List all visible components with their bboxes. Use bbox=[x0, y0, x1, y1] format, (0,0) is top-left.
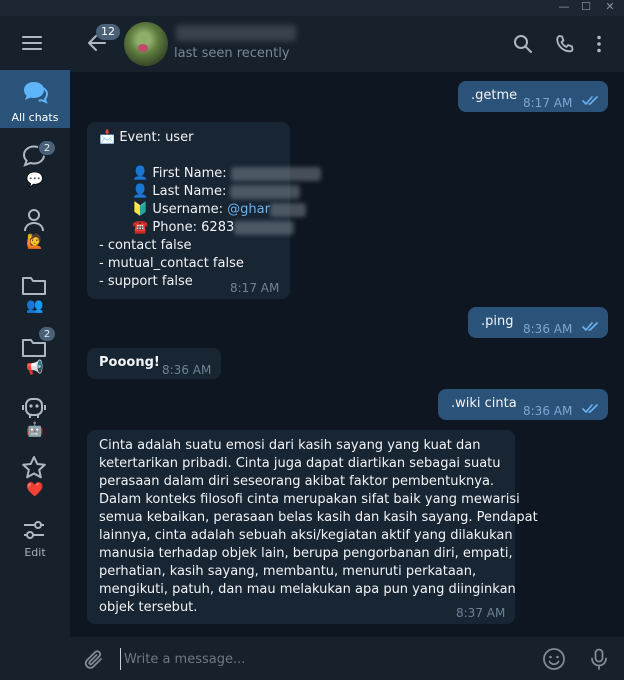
telegram-window: — ☐ ✕ All chats 2 💬 🙋 👥 2 📢 🤖 ❤️ Edit 12… bbox=[0, 0, 624, 680]
chat-title-redacted[interactable] bbox=[176, 25, 296, 41]
folder-groups[interactable]: 👥 bbox=[0, 268, 70, 326]
message-time: 8:36 AM bbox=[162, 363, 212, 377]
folders-sidebar: All chats 2 💬 🙋 👥 2 📢 🤖 ❤️ Edit bbox=[0, 16, 70, 680]
message-line: - mutual_contact false bbox=[99, 256, 244, 271]
folder-emoji: 🙋 bbox=[26, 234, 44, 250]
message-time: 8:36 AM bbox=[523, 404, 573, 418]
message-incoming[interactable]: 📩 Event: user 👤 First Name: 👤 Last Name:… bbox=[87, 122, 321, 299]
message-paragraph: Cinta adalah suatu emosi dari kasih saya… bbox=[99, 437, 538, 617]
star-icon bbox=[22, 456, 46, 479]
message-time: 8:17 AM bbox=[523, 96, 573, 110]
chats-icon bbox=[24, 82, 48, 104]
folder-icon bbox=[22, 277, 46, 295]
sliders-icon bbox=[24, 521, 44, 539]
folder-all-chats[interactable]: All chats bbox=[0, 70, 70, 128]
window-titlebar: — ☐ ✕ bbox=[0, 0, 624, 16]
message-text: .getme bbox=[471, 88, 518, 103]
double-check-icon bbox=[582, 404, 598, 413]
message-line: - support false bbox=[99, 274, 193, 289]
unread-count-badge: 12 bbox=[96, 24, 120, 40]
paragraph-line: Dalam konteks filosofi cinta merupakan s… bbox=[99, 492, 520, 507]
redacted-value bbox=[234, 220, 295, 235]
message-incoming[interactable]: Cinta adalah suatu emosi dari kasih saya… bbox=[87, 430, 538, 624]
message-list: .getme 8:17 AM 📩 Event: user 👤 First Nam… bbox=[70, 72, 624, 636]
phone-label: ☎️ Phone: 6283 bbox=[132, 220, 235, 235]
message-time: 8:17 AM bbox=[230, 281, 280, 295]
minimize-button[interactable]: — bbox=[552, 0, 576, 16]
folder-emoji: 💬 bbox=[26, 172, 44, 188]
user-icon bbox=[24, 209, 44, 232]
avatar[interactable] bbox=[124, 22, 168, 66]
emoji-icon[interactable] bbox=[542, 647, 566, 671]
paragraph-line: mengikuti, patuh, dan mau melakukan apa … bbox=[99, 582, 516, 597]
message-outgoing[interactable]: .ping 8:36 AM bbox=[468, 307, 608, 338]
chat-status: last seen recently bbox=[174, 46, 290, 61]
folder-label: Edit bbox=[24, 546, 46, 559]
folder-label: All chats bbox=[11, 111, 59, 124]
more-vertical-icon[interactable] bbox=[588, 33, 610, 55]
paragraph-line: perasaan dalam diri seseorang akibat fak… bbox=[99, 474, 495, 489]
folder-favourites[interactable]: ❤️ bbox=[0, 452, 70, 510]
message-text: .ping bbox=[481, 314, 514, 329]
message-incoming[interactable]: Pooong! 8:36 AM bbox=[87, 348, 221, 379]
paragraph-line: manusia terhadap objek lain, berupa peng… bbox=[99, 546, 513, 561]
maximize-button[interactable]: ☐ bbox=[574, 0, 598, 16]
message-composer bbox=[70, 636, 624, 680]
message-time: 8:36 AM bbox=[523, 322, 573, 336]
paperclip-icon[interactable] bbox=[82, 648, 106, 672]
folder-emoji: ❤️ bbox=[26, 482, 44, 498]
phone-icon[interactable] bbox=[554, 33, 576, 55]
message-text: .wiki cinta bbox=[451, 396, 517, 411]
folder-emoji: 🤖 bbox=[26, 422, 44, 438]
paragraph-line: lainnya, cinta adalah sebuah aksi/kegiat… bbox=[99, 528, 513, 543]
paragraph-line: semua kebaikan, perasaan belas kasih dan… bbox=[99, 510, 538, 525]
microphone-icon[interactable] bbox=[587, 647, 611, 671]
close-button[interactable]: ✕ bbox=[598, 0, 622, 16]
paragraph-line: Cinta adalah suatu emosi dari kasih saya… bbox=[99, 438, 481, 453]
message-line: 📩 Event: user bbox=[99, 130, 194, 145]
paragraph-line: ketertarikan pribadi. Cinta juga dapat d… bbox=[99, 456, 501, 471]
bot-icon bbox=[22, 398, 46, 418]
folder-emoji: 📢 bbox=[26, 360, 44, 376]
unread-badge: 2 bbox=[38, 140, 56, 156]
folder-bots[interactable]: 🤖 bbox=[0, 392, 70, 450]
folder-personal[interactable]: 2 💬 bbox=[0, 136, 70, 194]
search-icon[interactable] bbox=[512, 33, 534, 55]
folder-emoji: 👥 bbox=[26, 298, 44, 314]
paragraph-line: perhatian, kasih sayang, membantu, menur… bbox=[99, 564, 477, 579]
folder-channels[interactable]: 2 📢 bbox=[0, 326, 70, 388]
folder-user[interactable]: 🙋 bbox=[0, 202, 70, 260]
menu-button[interactable] bbox=[22, 36, 44, 52]
message-line: - contact false bbox=[99, 238, 192, 253]
double-check-icon bbox=[582, 322, 598, 331]
edit-folders-button[interactable]: Edit bbox=[0, 514, 70, 562]
message-text: Pooong! bbox=[99, 355, 160, 370]
message-time: 8:37 AM bbox=[456, 606, 506, 620]
message-outgoing[interactable]: .wiki cinta 8:36 AM bbox=[438, 389, 608, 420]
unread-badge: 2 bbox=[38, 326, 56, 342]
double-check-icon bbox=[582, 96, 598, 105]
message-outgoing[interactable]: .getme 8:17 AM bbox=[458, 81, 608, 112]
chat-header: 12 last seen recently bbox=[70, 16, 624, 72]
message-input[interactable] bbox=[120, 648, 530, 670]
